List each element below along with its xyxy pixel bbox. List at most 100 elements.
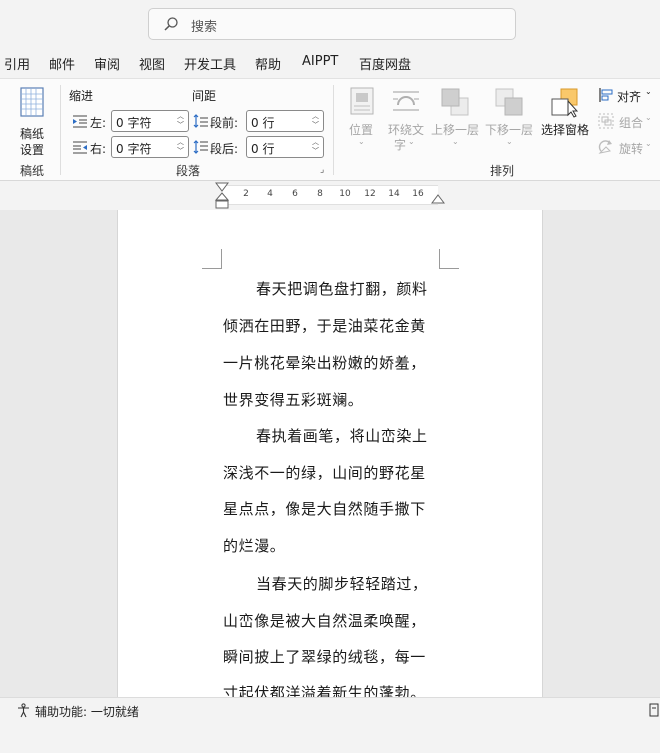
indent-title: 缩进 — [69, 89, 94, 103]
selection-pane-label: 选择窗格 — [541, 123, 590, 137]
document-line: 春执着画笔，将山峦染上 — [256, 427, 428, 445]
wrap-text-button[interactable]: 环绕文 字 ⌄ — [386, 87, 426, 153]
manuscript-paper-icon — [20, 87, 44, 117]
spacing-after-value: 0 行 — [251, 142, 275, 156]
group-separator — [60, 85, 61, 175]
wrap-text-icon — [393, 91, 419, 111]
chevron-down-icon: ⌄ — [645, 87, 652, 96]
tab-mailings[interactable]: 邮件 — [49, 54, 75, 73]
ribbon: 稿纸 设置 稿纸 缩进 间距 左: 0 字符 ︿ ﹀ 右: 0 字符 ︿ ﹀ 段前:… — [0, 78, 660, 181]
indent-marker-icon[interactable] — [214, 182, 230, 210]
rotate-icon — [598, 140, 612, 154]
wrap-text-line2: 字 — [394, 138, 407, 152]
spin-arrows-icon[interactable]: ︿ ﹀ — [177, 138, 184, 156]
document-line: 世界变得五彩斑斓。 — [223, 391, 364, 409]
ruler-tick: 12 — [364, 189, 376, 199]
indent-right-icon — [73, 141, 87, 154]
group-objects-icon — [598, 113, 614, 129]
tab-baidu-netdisk[interactable]: 百度网盘 — [359, 54, 411, 73]
send-backward-label: 下移一层 — [485, 123, 534, 137]
chevron-down-icon: ⌄ — [645, 139, 652, 148]
spacing-before-value: 0 行 — [251, 116, 275, 130]
status-bar: 辅助功能: 一切就绪 — [0, 697, 660, 723]
spin-arrows-icon[interactable]: ︿ ﹀ — [177, 112, 184, 130]
chevron-down-icon: ⌄ — [506, 137, 513, 146]
selection-pane-icon — [551, 88, 579, 118]
title-bar: 搜索 — [0, 0, 660, 48]
document-line: 当春天的脚步轻轻踏过， — [256, 575, 428, 593]
spacing-before-input[interactable]: 0 行 ︿ ﹀ — [246, 110, 324, 132]
indent-right-value: 0 字符 — [116, 142, 152, 156]
ruler-tick: 10 — [339, 189, 351, 199]
search-box[interactable]: 搜索 — [148, 8, 516, 40]
ruler-tick: 16 — [412, 189, 424, 199]
document-line: 一片桃花晕染出粉嫩的娇羞， — [223, 354, 426, 372]
bring-forward-label: 上移一层 — [431, 123, 480, 137]
ruler-tick: 6 — [292, 189, 298, 199]
align-label: 对齐 — [617, 90, 642, 104]
gaozhi-button-line2: 设置 — [20, 143, 45, 157]
margin-corner-mark — [439, 249, 459, 269]
paragraph-group-label: 段落 — [176, 164, 201, 178]
right-indent-marker-icon[interactable] — [430, 194, 446, 206]
send-backward-button[interactable]: 下移一层 ⌄ — [484, 87, 534, 153]
bring-forward-icon — [441, 88, 469, 116]
indent-left-value: 0 字符 — [116, 116, 152, 130]
chevron-down-icon: ⌄ — [408, 137, 415, 146]
ruler-tick: 2 — [243, 189, 249, 199]
indent-right-label: 右: — [90, 142, 107, 156]
group-label: 组合 — [619, 116, 644, 130]
ribbon-tabs: 引用 邮件 审阅 视图 开发工具 帮助 AIPPT 百度网盘 — [0, 50, 660, 76]
ruler-tick: 14 — [388, 189, 400, 199]
align-button[interactable]: 对齐 ⌄ — [597, 86, 657, 106]
rotate-label: 旋转 — [619, 142, 644, 156]
focus-mode-icon[interactable] — [648, 703, 660, 717]
document-line: 山峦像是被大自然温柔唤醒， — [223, 612, 426, 630]
align-icon — [599, 88, 613, 102]
indent-right-input[interactable]: 0 字符 ︿ ﹀ — [111, 136, 189, 158]
gaozhi-settings-button[interactable]: 稿纸 设置 — [8, 85, 56, 157]
dialog-launcher-icon[interactable]: ⌟ — [320, 165, 324, 175]
document-line: 春天把调色盘打翻，颜料 — [256, 280, 428, 298]
tab-view[interactable]: 视图 — [139, 54, 165, 73]
gaozhi-group-label: 稿纸 — [20, 164, 45, 178]
spin-arrows-icon[interactable]: ︿ ﹀ — [312, 138, 319, 156]
document-line: 深浅不一的绿，山间的野花星 — [223, 464, 426, 482]
spacing-after-input[interactable]: 0 行 ︿ ﹀ — [246, 136, 324, 158]
position-label: 位置 — [349, 123, 374, 137]
tab-references[interactable]: 引用 — [4, 54, 30, 73]
document-line: 寸起伏都洋溢着新生的蓬勃。 — [223, 684, 426, 697]
tab-aippt[interactable]: AIPPT — [302, 54, 338, 69]
chevron-down-icon: ⌄ — [645, 113, 652, 122]
indent-left-icon — [73, 115, 87, 128]
ruler-tick: 8 — [317, 189, 323, 199]
bring-forward-button[interactable]: 上移一层 ⌄ — [430, 87, 480, 153]
margin-corner-mark — [202, 249, 222, 269]
spacing-title: 间距 — [192, 89, 217, 103]
accessibility-status[interactable]: 辅助功能: 一切就绪 — [35, 703, 139, 720]
group-button[interactable]: 组合 ⌄ — [597, 112, 657, 132]
group-separator — [333, 85, 334, 175]
document-line: 星点点，像是大自然随手撒下 — [223, 500, 426, 518]
search-icon — [164, 17, 178, 31]
tab-review[interactable]: 审阅 — [94, 54, 120, 73]
ruler-tick: 4 — [267, 189, 273, 199]
rotate-button[interactable]: 旋转 ⌄ — [597, 138, 657, 158]
tab-help[interactable]: 帮助 — [255, 54, 281, 73]
selection-pane-button[interactable]: 选择窗格 — [539, 87, 591, 137]
indent-left-input[interactable]: 0 字符 ︿ ﹀ — [111, 110, 189, 132]
spacing-after-icon — [193, 140, 208, 154]
accessibility-icon[interactable] — [16, 703, 31, 718]
position-button[interactable]: 位置 ⌄ — [346, 87, 378, 153]
search-placeholder: 搜索 — [191, 20, 218, 35]
indent-left-label: 左: — [90, 116, 107, 130]
ruler-bar: 2 4 6 8 10 12 14 16 — [0, 182, 660, 210]
document-line: 瞬间披上了翠绿的绒毯，每一 — [223, 648, 426, 666]
document-page[interactable]: 春天把调色盘打翻，颜料 倾洒在田野，于是油菜花金黄 一片桃花晕染出粉嫩的娇羞， … — [117, 210, 543, 697]
spin-arrows-icon[interactable]: ︿ ﹀ — [312, 112, 319, 130]
spacing-after-label: 段后: — [210, 142, 239, 156]
position-icon — [350, 87, 374, 115]
tab-developer[interactable]: 开发工具 — [184, 54, 236, 73]
horizontal-ruler[interactable]: 2 4 6 8 10 12 14 16 — [222, 185, 438, 205]
chevron-down-icon: ⌄ — [452, 137, 459, 146]
